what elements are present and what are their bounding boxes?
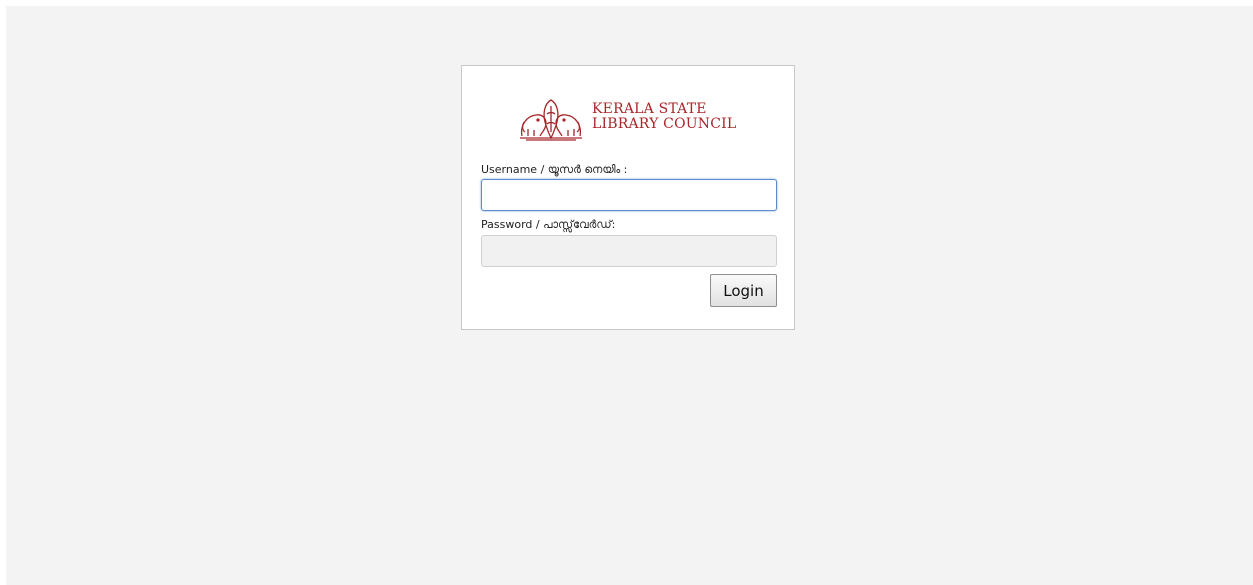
page-background: KERALA STATE LIBRARY COUNCIL Username / … (6, 6, 1253, 585)
logo-text: KERALA STATE LIBRARY COUNCIL (592, 102, 736, 132)
username-input[interactable] (481, 179, 777, 211)
password-input[interactable] (481, 235, 777, 267)
library-council-logo: KERALA STATE LIBRARY COUNCIL (518, 96, 742, 142)
login-panel: KERALA STATE LIBRARY COUNCIL Username / … (461, 65, 795, 330)
username-label: Username / യൂസർ നെയിം : (481, 163, 628, 176)
login-button[interactable]: Login (710, 274, 777, 307)
logo-line-2: LIBRARY COUNCIL (592, 116, 737, 132)
kerala-emblem-icon (520, 99, 582, 141)
logo-line-1: KERALA STATE (592, 101, 707, 117)
password-label: Password / പാസ്സ്‌വേർഡ്: (481, 218, 616, 231)
